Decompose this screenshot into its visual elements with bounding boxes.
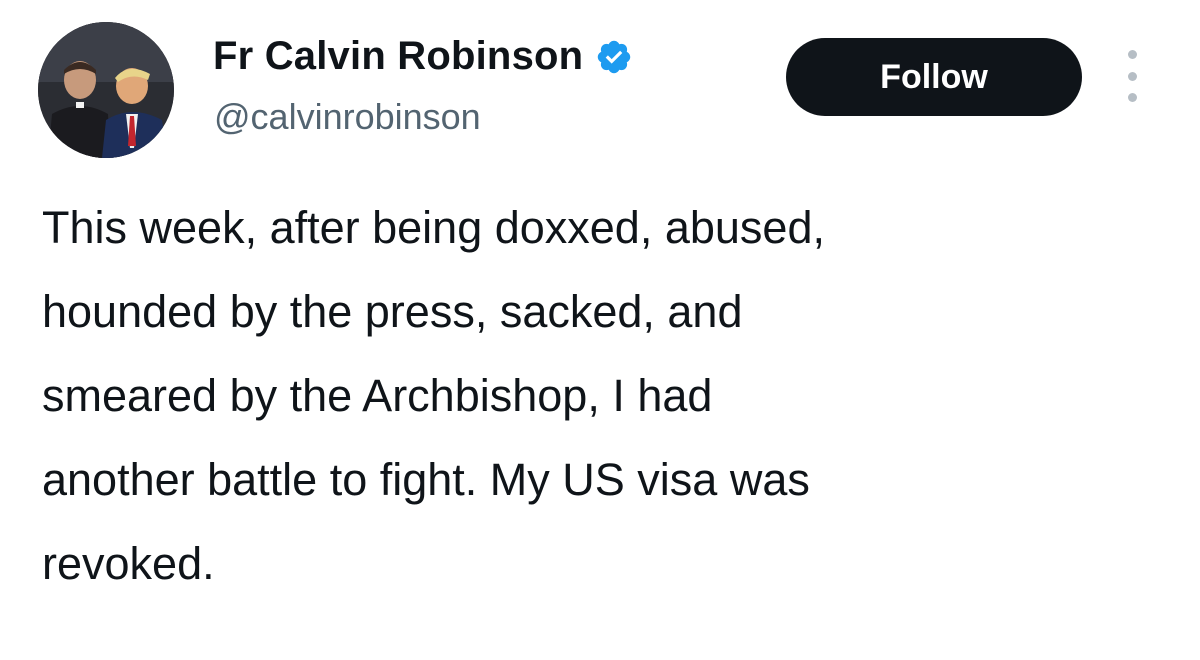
tweet-text-line: another battle to fight. My US visa was (42, 454, 810, 505)
follow-button[interactable]: Follow (786, 38, 1082, 116)
author-display-name[interactable]: Fr Calvin Robinson (213, 34, 583, 79)
author-handle[interactable]: @calvinrobinson (214, 96, 481, 138)
tweet-text-line: hounded by the press, sacked, and (42, 286, 743, 337)
more-dot (1127, 71, 1137, 81)
tweet-card: Fr Calvin Robinson @calvinrobinson Follo… (0, 0, 1200, 660)
more-dot (1127, 50, 1137, 59)
avatar-photo (38, 22, 174, 158)
verified-badge-icon (595, 38, 633, 76)
tweet-body: This week, after being doxxed, abused, h… (42, 186, 1162, 606)
more-vertical-icon[interactable] (1120, 50, 1144, 102)
tweet-text-line: smeared by the Archbishop, I had (42, 370, 713, 421)
more-dot (1127, 93, 1137, 102)
avatar[interactable] (38, 22, 174, 158)
tweet-text-line: This week, after being doxxed, abused, (42, 202, 825, 253)
tweet-text-line: revoked. (42, 538, 215, 589)
author-name-row: Fr Calvin Robinson (213, 34, 633, 79)
